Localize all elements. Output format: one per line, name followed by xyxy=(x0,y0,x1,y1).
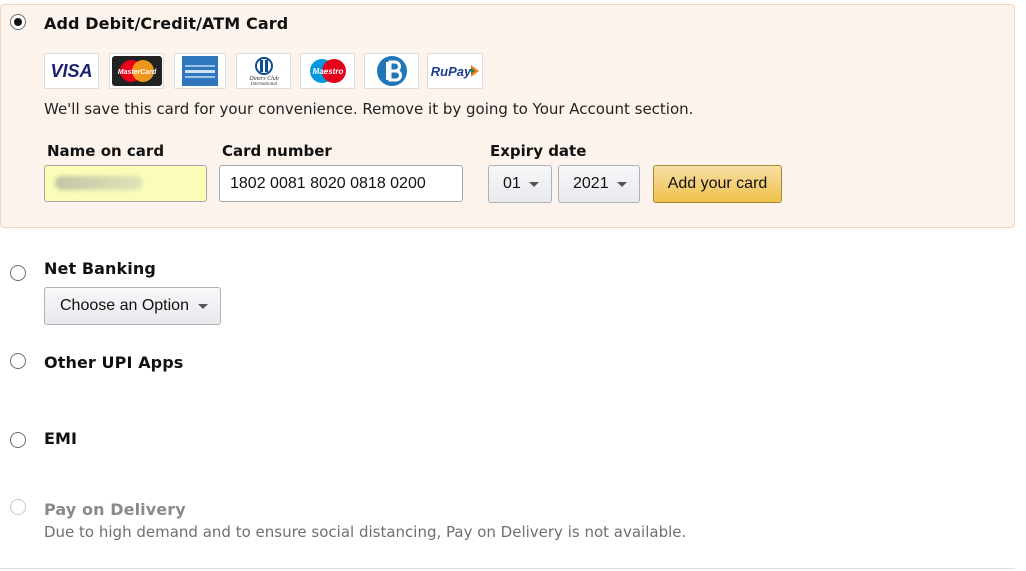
maestro-icon: Maestro xyxy=(309,59,346,83)
net-banking-radio[interactable] xyxy=(10,265,26,281)
visa-logo: VISA xyxy=(44,53,99,89)
diners-club-logo: Diners Club International xyxy=(236,53,291,89)
bottom-divider xyxy=(0,568,1015,569)
net-banking-title: Net Banking xyxy=(44,259,156,278)
chevron-down-icon xyxy=(617,181,627,187)
maestro-logo: Maestro xyxy=(300,53,355,89)
rupay-logo: RuPay xyxy=(427,53,483,89)
card-option-title: Add Debit/Credit/ATM Card xyxy=(44,14,289,33)
expiry-month-value: 01 xyxy=(503,175,521,192)
expiry-date-label: Expiry date xyxy=(490,142,587,160)
bajaj-finserv-icon xyxy=(376,56,407,86)
amex-logo xyxy=(174,53,226,89)
pay-on-delivery-note: Due to high demand and to ensure social … xyxy=(44,523,687,541)
bajaj-finserv-logo xyxy=(364,53,419,89)
bank-select-value: Choose an Option xyxy=(60,297,189,314)
svg-text:MasterCard: MasterCard xyxy=(117,69,156,76)
svg-text:International: International xyxy=(249,82,277,86)
pay-on-delivery-title: Pay on Delivery xyxy=(44,500,186,519)
card-number-label: Card number xyxy=(222,142,332,160)
pay-on-delivery-radio xyxy=(10,499,26,515)
svg-text:Maestro: Maestro xyxy=(312,67,343,76)
expiry-year-select[interactable]: 2021 xyxy=(558,165,640,203)
mastercard-icon: MasterCard xyxy=(111,56,162,86)
add-card-button[interactable]: Add your card xyxy=(653,165,782,203)
name-on-card-label: Name on card xyxy=(47,142,165,160)
amex-icon xyxy=(182,56,218,86)
diners-club-icon: Diners Club International xyxy=(248,57,278,86)
upi-radio[interactable] xyxy=(10,353,26,369)
redacted-name xyxy=(55,176,143,190)
expiry-year-value: 2021 xyxy=(573,175,609,192)
visa-logo-text: VISA xyxy=(50,60,93,81)
rupay-arrow-icon xyxy=(471,65,480,77)
emi-title: EMI xyxy=(44,429,78,448)
name-on-card-input[interactable] xyxy=(44,165,207,202)
expiry-month-select[interactable]: 01 xyxy=(488,165,552,203)
card-number-input[interactable]: 1802 0081 8020 0818 0200 xyxy=(219,165,463,202)
emi-radio[interactable] xyxy=(10,432,26,448)
upi-title: Other UPI Apps xyxy=(44,353,184,372)
card-radio[interactable] xyxy=(10,14,26,30)
chevron-down-icon xyxy=(198,303,208,309)
card-save-note: We'll save this card for your convenienc… xyxy=(44,100,694,118)
bank-select[interactable]: Choose an Option xyxy=(44,287,221,325)
rupay-logo-text: RuPay xyxy=(430,63,472,79)
chevron-down-icon xyxy=(529,181,539,187)
mastercard-logo: MasterCard xyxy=(109,53,164,89)
